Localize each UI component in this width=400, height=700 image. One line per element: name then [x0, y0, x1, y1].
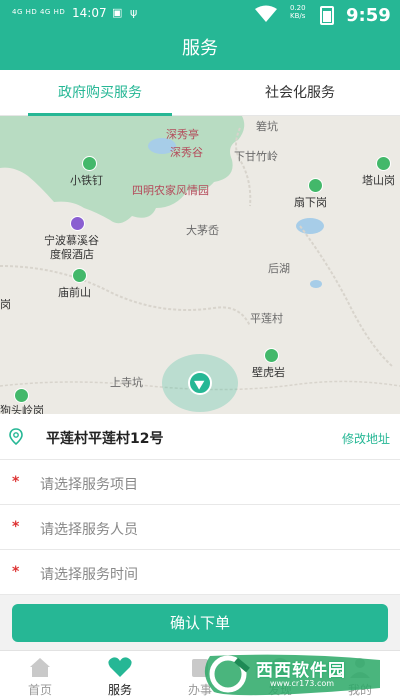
location-pin-icon	[9, 428, 23, 446]
nav-label: 首页	[27, 683, 52, 697]
map-poi-label: 扇下岗	[294, 196, 327, 209]
page-title: 服务	[0, 28, 400, 70]
scenic-pin-icon	[72, 268, 87, 283]
service-item-select[interactable]: * 请选择服务项目	[0, 460, 400, 505]
watermark-url: www.cr173.com	[270, 679, 335, 688]
map-poi-label: 狗头岭岗	[0, 404, 44, 414]
map-poi-label: 塔山岗	[362, 174, 395, 187]
map-poi-label: 庙前山	[58, 286, 91, 299]
status-bar: 4G HD 4G HD 14:07 ▣ ψ 0.20 KB/s 9:59	[0, 0, 400, 28]
map-poi-label: 下甘竹岭	[234, 150, 278, 163]
wifi-icon	[255, 5, 277, 22]
map-view[interactable]: 深秀亭 深秀谷 箬坑 下甘竹岭 塔山岗 小铁钉 四明农家风情园 扇下岗 宁波慕溪…	[0, 116, 400, 414]
signal-indicator: 4G HD 4G HD	[12, 8, 66, 16]
map-poi-label: 小铁钉	[70, 174, 103, 187]
service-staff-select[interactable]: * 请选择服务人员	[0, 505, 400, 550]
tab-government-service[interactable]: 政府购买服务	[0, 70, 200, 116]
nav-item-service[interactable]: 服务	[80, 651, 160, 700]
current-location-icon[interactable]	[188, 371, 212, 395]
address-row: 平莲村平莲村12号 修改地址	[0, 414, 400, 460]
status-time-large: 9:59	[346, 5, 391, 26]
required-mark: *	[12, 519, 20, 535]
scenic-pin-icon	[14, 388, 29, 403]
home-icon	[30, 658, 50, 677]
map-poi-label: 上寺坑	[110, 376, 143, 389]
map-poi-label: 平莲村	[250, 312, 283, 325]
nav-label: 服务	[107, 683, 132, 697]
scenic-pin-icon	[264, 348, 279, 363]
status-clock: 14:07	[72, 6, 107, 20]
heart-icon	[108, 657, 132, 677]
map-poi-label: 深秀谷	[170, 146, 203, 159]
map-poi-label: 后湖	[268, 262, 290, 275]
notification-icon: ▣	[112, 6, 123, 19]
service-time-placeholder: 请选择服务时间	[40, 567, 138, 583]
battery-icon	[320, 6, 334, 25]
service-tabs: 政府购买服务 社会化服务	[0, 70, 400, 116]
hotel-pin-icon	[70, 216, 85, 231]
edit-address-link[interactable]: 修改地址	[342, 430, 390, 447]
usb-icon: ψ	[130, 6, 138, 19]
map-poi-label: 大茅岙	[186, 224, 219, 237]
scenic-pin-icon	[308, 178, 323, 193]
address-text: 平莲村平莲村12号	[46, 431, 164, 447]
map-poi-label: 箬坑	[256, 120, 278, 133]
service-item-placeholder: 请选择服务项目	[40, 477, 138, 493]
network-speed: 0.20 KB/s	[290, 4, 306, 20]
map-poi-label: 度假酒店	[50, 248, 94, 261]
scenic-pin-icon	[376, 156, 391, 171]
map-poi-label: 壁虎岩	[252, 366, 285, 379]
service-time-select[interactable]: * 请选择服务时间	[0, 550, 400, 595]
nav-item-home[interactable]: 首页	[0, 651, 80, 700]
required-mark: *	[12, 564, 20, 580]
map-poi-label: 四明农家风情园	[132, 184, 209, 197]
confirm-order-button[interactable]: 确认下单	[12, 604, 388, 642]
scenic-pin-icon	[82, 156, 97, 171]
service-staff-placeholder: 请选择服务人员	[40, 522, 138, 538]
required-mark: *	[12, 474, 20, 490]
map-poi-label: 深秀亭	[166, 128, 199, 141]
tab-social-service[interactable]: 社会化服务	[200, 70, 400, 116]
map-poi-label: 岗	[0, 298, 11, 311]
watermark-text: 西西软件园	[256, 661, 346, 681]
